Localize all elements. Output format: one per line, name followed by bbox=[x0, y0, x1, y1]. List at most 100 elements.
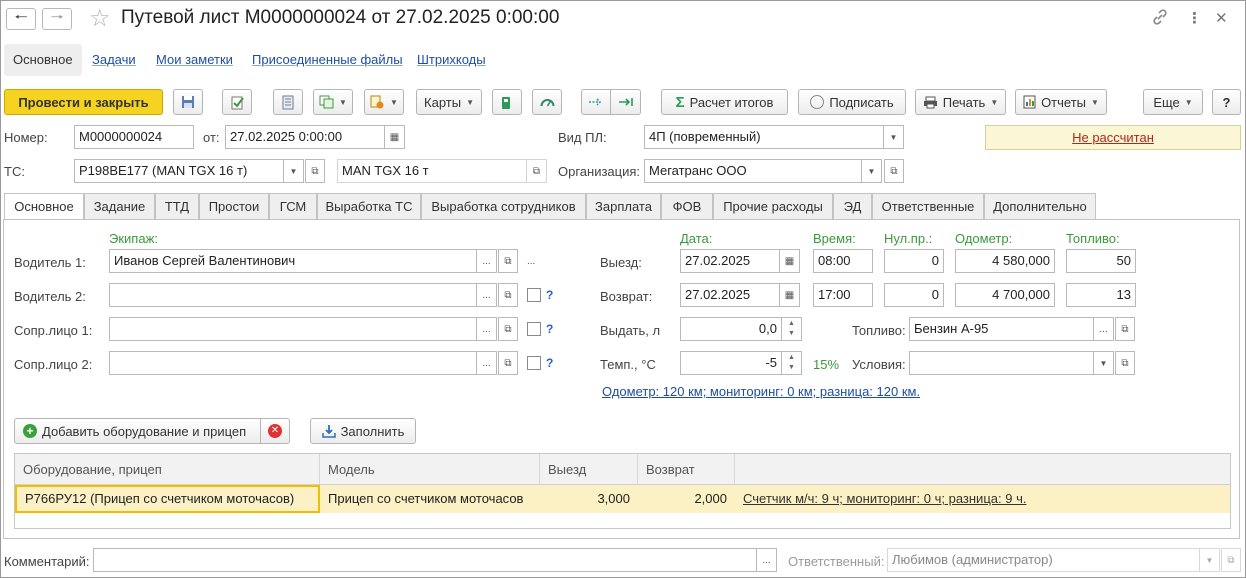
inner-tab-ts-output[interactable]: Выработка ТС bbox=[317, 193, 421, 219]
ts-model-open-button[interactable]: ⧉ bbox=[527, 159, 547, 183]
speedometer-button[interactable] bbox=[532, 89, 562, 115]
ts-field[interactable]: Р198ВЕ177 (MAN TGX 16 т) bbox=[74, 159, 284, 183]
inner-tab-other-expenses[interactable]: Прочие расходы bbox=[713, 193, 833, 219]
driver1-field[interactable]: Иванов Сергей Валентинович bbox=[109, 249, 477, 273]
ts-model-field[interactable]: MAN TGX 16 т bbox=[337, 159, 527, 183]
comment-expand-button[interactable]: ... bbox=[757, 548, 777, 572]
issue-field[interactable]: 0,0 bbox=[680, 317, 782, 341]
inner-tab-salary[interactable]: Зарплата bbox=[586, 193, 661, 219]
link-icon[interactable] bbox=[1152, 9, 1168, 29]
tab-tasks[interactable]: Задачи bbox=[92, 44, 136, 76]
vid-pl-dropdown[interactable]: ▼ bbox=[884, 125, 904, 149]
ts-open-button[interactable]: ⧉ bbox=[305, 159, 325, 183]
inner-tab-gsm[interactable]: ГСМ bbox=[269, 193, 317, 219]
table-row-item[interactable]: Р766РУ12 (Прицеп со счетчиком моточасов) bbox=[15, 485, 320, 513]
escort2-checkbox[interactable] bbox=[527, 356, 541, 370]
table-row-return[interactable]: 2,000 bbox=[638, 485, 735, 513]
inner-tab-downtime[interactable]: Простои bbox=[199, 193, 269, 219]
inner-tab-additional[interactable]: Дополнительно bbox=[984, 193, 1096, 219]
number-field[interactable]: М0000000024 bbox=[74, 125, 194, 149]
list-view-button[interactable] bbox=[273, 89, 303, 115]
driver1-extra-icon[interactable]: ... bbox=[527, 256, 535, 267]
delete-equipment-button[interactable]: ✕ bbox=[260, 418, 290, 444]
create-based-on-button[interactable]: ▼ bbox=[313, 89, 353, 115]
inner-tab-main[interactable]: Основное bbox=[4, 193, 84, 220]
org-open-button[interactable]: ⧉ bbox=[884, 159, 904, 183]
departure-odometer-field[interactable]: 4 580,000 bbox=[955, 249, 1055, 273]
escort1-select-button[interactable]: ... bbox=[477, 317, 497, 341]
help-button[interactable]: ? bbox=[1212, 89, 1241, 115]
escort2-select-button[interactable]: ... bbox=[477, 351, 497, 375]
departure-date-field[interactable]: 27.02.2025 bbox=[680, 249, 780, 273]
table-row-note-link[interactable]: Счетчик м/ч: 9 ч; мониторинг: 0 ч; разни… bbox=[743, 491, 1026, 506]
inner-tab-fov[interactable]: ФОВ bbox=[661, 193, 713, 219]
related-documents-button[interactable]: ▼ bbox=[364, 89, 404, 115]
tab-notes[interactable]: Мои заметки bbox=[156, 44, 233, 76]
escort1-help[interactable]: ? bbox=[546, 322, 553, 336]
return-zero-field[interactable]: 0 bbox=[884, 283, 944, 307]
column-header-model[interactable]: Модель bbox=[320, 454, 540, 485]
conditions-open-button[interactable]: ⧉ bbox=[1115, 351, 1135, 375]
add-equipment-button[interactable]: + Добавить оборудование и прицеп bbox=[14, 418, 261, 444]
forward-button[interactable]: 🠒 bbox=[42, 8, 72, 30]
comment-field[interactable] bbox=[93, 548, 757, 572]
driver2-select-button[interactable]: ... bbox=[477, 283, 497, 307]
reports-button[interactable]: Отчеты ▼ bbox=[1015, 89, 1107, 115]
conditions-field[interactable] bbox=[909, 351, 1094, 375]
print-button[interactable]: Печать ▼ bbox=[915, 89, 1006, 115]
escort2-help[interactable]: ? bbox=[546, 356, 553, 370]
more-button[interactable]: Еще ▼ bbox=[1143, 89, 1203, 115]
inner-tab-task[interactable]: Задание bbox=[84, 193, 155, 219]
driver1-select-button[interactable]: ... bbox=[477, 249, 497, 273]
return-calendar-button[interactable]: ▦ bbox=[780, 283, 800, 307]
table-row-model[interactable]: Прицеп со счетчиком моточасов bbox=[320, 485, 540, 513]
column-header-return[interactable]: Возврат bbox=[638, 454, 735, 485]
column-header-departure[interactable]: Выезд bbox=[540, 454, 638, 485]
issue-stepper[interactable]: ▲ ▼ bbox=[782, 317, 802, 341]
fuel-type-open-button[interactable]: ⧉ bbox=[1115, 317, 1135, 341]
calendar-button[interactable]: ▦ bbox=[385, 125, 405, 149]
equipment-table[interactable]: Оборудование, прицеп Модель Выезд Возвра… bbox=[14, 453, 1231, 529]
inner-tab-staff-output[interactable]: Выработка сотрудников bbox=[421, 193, 586, 219]
more-menu-icon[interactable]: ⋮ bbox=[1187, 9, 1202, 27]
close-icon[interactable]: ✕ bbox=[1215, 9, 1228, 27]
escort1-open-button[interactable]: ⧉ bbox=[498, 317, 518, 341]
table-row-note[interactable]: Счетчик м/ч: 9 ч; мониторинг: 0 ч; разни… bbox=[735, 485, 1230, 513]
escort2-open-button[interactable]: ⧉ bbox=[498, 351, 518, 375]
driver2-checkbox[interactable] bbox=[527, 288, 541, 302]
table-row-departure[interactable]: 3,000 bbox=[540, 485, 638, 513]
driver1-open-button[interactable]: ⧉ bbox=[498, 249, 518, 273]
driver2-open-button[interactable]: ⧉ bbox=[498, 283, 518, 307]
return-button[interactable] bbox=[610, 89, 641, 115]
driver2-help[interactable]: ? bbox=[546, 288, 553, 302]
responsible-dropdown[interactable]: ▼ bbox=[1200, 548, 1220, 572]
back-button[interactable]: 🠐 bbox=[6, 8, 36, 30]
inner-tab-responsible[interactable]: Ответственные bbox=[872, 193, 984, 219]
fuel-type-select-button[interactable]: ... bbox=[1094, 317, 1114, 341]
fill-button[interactable]: Заполнить bbox=[310, 418, 416, 444]
sign-button[interactable]: Подписать bbox=[798, 89, 906, 115]
calculate-totals-button[interactable]: Σ Расчет итогов bbox=[661, 89, 788, 115]
ts-dropdown[interactable]: ▼ bbox=[284, 159, 304, 183]
tab-main[interactable]: Основное bbox=[4, 44, 82, 76]
date-field[interactable]: 27.02.2025 0:00:00 bbox=[225, 125, 385, 149]
inner-tab-ed[interactable]: ЭД bbox=[833, 193, 872, 219]
departure-calendar-button[interactable]: ▦ bbox=[780, 249, 800, 273]
responsible-field[interactable]: Любимов (администратор) bbox=[887, 548, 1200, 572]
tab-attached-files[interactable]: Присоединенные файлы bbox=[252, 44, 403, 76]
return-fuel-field[interactable]: 13 bbox=[1066, 283, 1136, 307]
odometer-summary-link[interactable]: Одометр: 120 км; мониторинг: 0 км; разни… bbox=[602, 384, 920, 399]
fuel-card-button[interactable] bbox=[492, 89, 522, 115]
escort1-checkbox[interactable] bbox=[527, 322, 541, 336]
departure-time-field[interactable]: 08:00 bbox=[813, 249, 873, 273]
cards-button[interactable]: Карты ▼ bbox=[416, 89, 482, 115]
inner-tab-ttd[interactable]: ТТД bbox=[155, 193, 199, 219]
departure-button[interactable] bbox=[581, 89, 611, 115]
return-date-field[interactable]: 27.02.2025 bbox=[680, 283, 780, 307]
escort1-field[interactable] bbox=[109, 317, 477, 341]
return-odometer-field[interactable]: 4 700,000 bbox=[955, 283, 1055, 307]
tab-barcodes[interactable]: Штрихкоды bbox=[417, 44, 486, 76]
fuel-type-field[interactable]: Бензин А-95 bbox=[909, 317, 1094, 341]
escort2-field[interactable] bbox=[109, 351, 477, 375]
temperature-field[interactable]: -5 bbox=[680, 351, 782, 375]
